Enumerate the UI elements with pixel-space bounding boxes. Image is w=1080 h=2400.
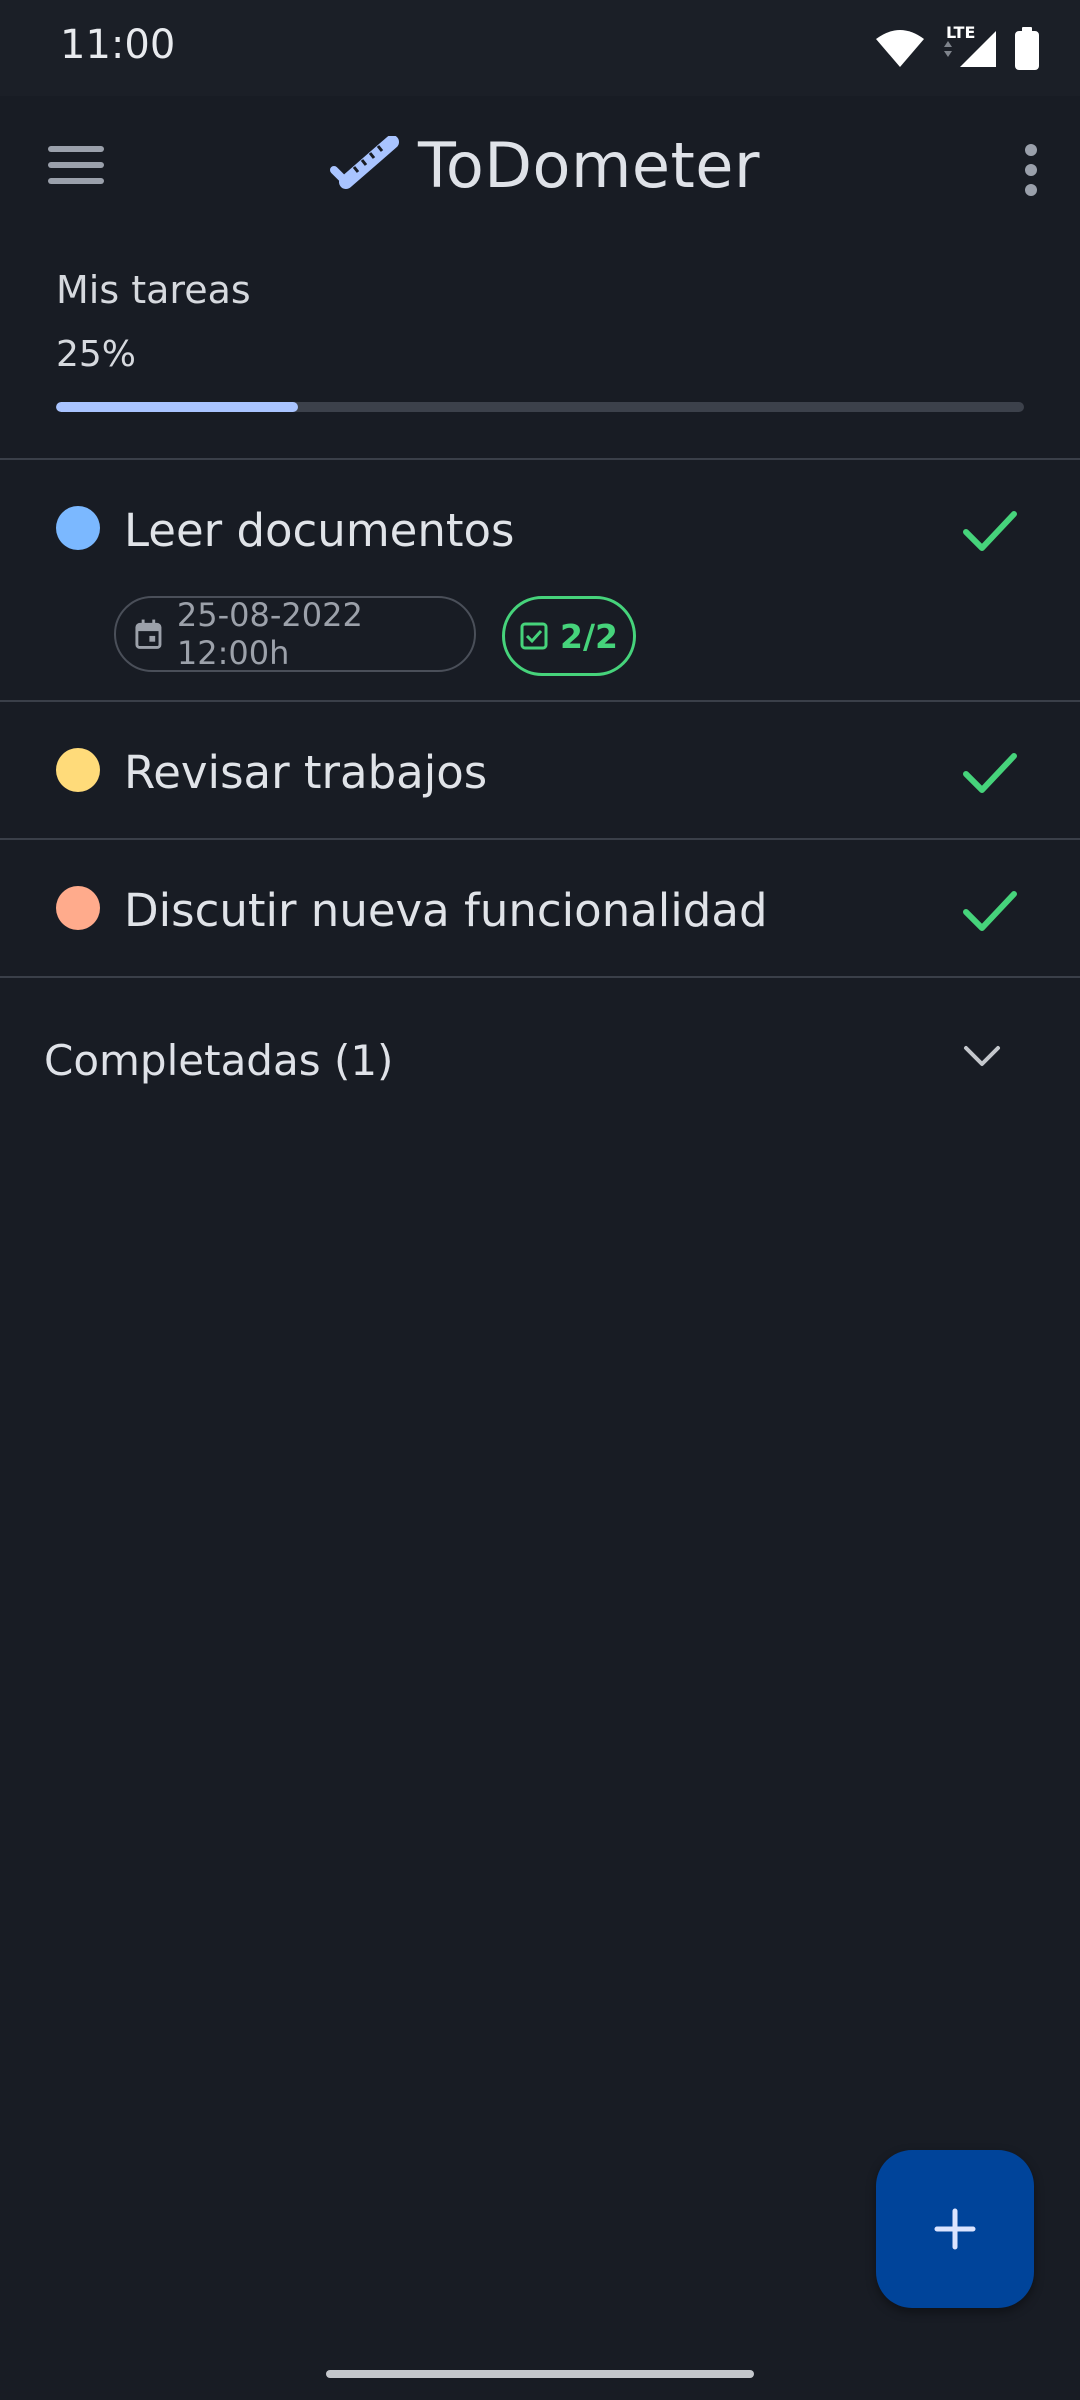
ruler-check-icon [330,136,399,189]
progress-percentage: 25% [56,334,137,375]
app-title: ToDometer [418,128,760,202]
check-icon[interactable] [960,748,1020,796]
progress-bar-fill [56,402,298,412]
chevron-down-icon [964,1046,1000,1066]
task-color-dot [56,886,100,930]
completed-label: Completadas (1) [44,1036,394,1085]
signal-icon: LTE [940,23,1000,71]
top-app-bar: ToDometer [0,96,1080,226]
progress-bar [56,402,1024,412]
calendar-icon [135,619,162,649]
task-title: Revisar trabajos [124,746,488,799]
task-color-dot [56,506,100,550]
add-task-button[interactable] [876,2150,1034,2308]
plus-icon [934,2208,976,2250]
wifi-icon [876,30,924,67]
subtasks-chip: 2/2 [502,596,636,676]
completed-section-toggle[interactable]: Completadas (1) [0,1000,1080,1120]
due-date-text: 25-08-2022 12:00h [176,596,363,672]
status-icons: LTE [874,23,1040,74]
check-icon[interactable] [960,506,1020,554]
check-icon[interactable] [960,886,1020,934]
hamburger-menu-icon[interactable] [48,146,104,190]
due-date-chip: 25-08-2022 12:00h [114,596,476,672]
status-bar: 11:00 LTE [0,0,1080,96]
task-color-dot [56,748,100,792]
task-item[interactable]: Discutir nueva funcionalidad [0,840,1080,976]
list-name: Mis tareas [56,268,251,312]
task-title: Discutir nueva funcionalidad [124,884,768,937]
more-vert-icon[interactable] [1016,144,1046,196]
battery-icon [1015,27,1039,70]
task-title: Leer documentos [124,504,515,557]
app-title-group: ToDometer [330,120,760,210]
divider [0,976,1080,978]
status-time: 11:00 [60,22,176,68]
subtasks-count: 2/2 [560,616,618,656]
home-indicator[interactable] [326,2370,754,2378]
checkbox-icon [520,622,548,650]
task-item[interactable]: Revisar trabajos [0,702,1080,838]
